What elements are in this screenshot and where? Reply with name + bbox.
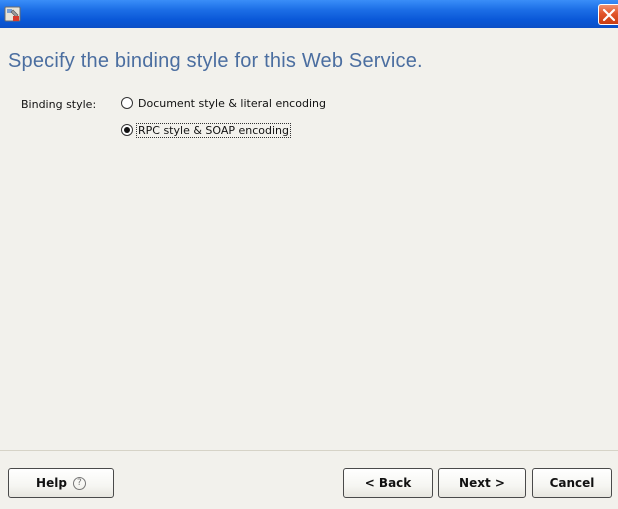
back-button[interactable]: < Back — [343, 468, 433, 498]
cancel-button[interactable]: Cancel — [532, 468, 612, 498]
page-title: Specify the binding style for this Web S… — [8, 50, 423, 72]
wizard-tool-icon — [4, 6, 21, 22]
close-button[interactable] — [598, 4, 618, 25]
radio-rpc-soap[interactable]: RPC style & SOAP encoding — [121, 121, 292, 139]
next-button[interactable]: Next > — [438, 468, 526, 498]
help-button-label: Help — [36, 476, 67, 490]
radio-label[interactable]: Document style & literal encoding — [137, 97, 327, 110]
radio-document-literal[interactable]: Document style & literal encoding — [121, 94, 327, 112]
radio-button[interactable] — [121, 97, 133, 109]
radio-label[interactable]: RPC style & SOAP encoding — [135, 122, 292, 138]
help-icon: ? — [72, 476, 86, 490]
help-button[interactable]: Help ? — [8, 468, 114, 498]
content-panel: Binding style: Document style & literal … — [0, 81, 618, 450]
binding-style-label: Binding style: — [21, 98, 97, 111]
radio-button-selected[interactable] — [121, 124, 133, 136]
footer-bar: Help ? < Back Next > Cancel — [0, 450, 618, 509]
title-bar[interactable] — [0, 0, 618, 28]
wizard-window: Specify the binding style for this Web S… — [0, 0, 618, 509]
